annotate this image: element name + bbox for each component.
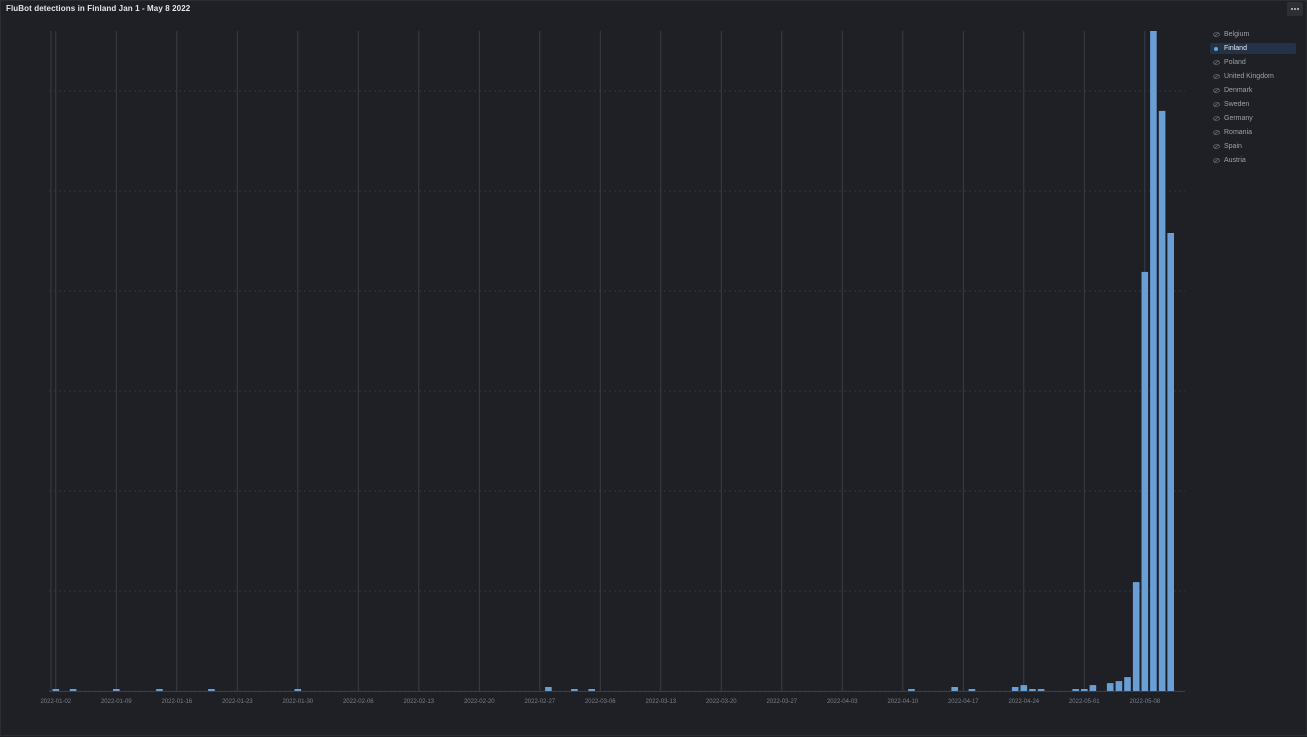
x-tick-label: 2022-02-13 [403, 699, 434, 705]
bar[interactable] [1141, 271, 1149, 691]
bar-chart: 2022-01-02 2022-01-09 2022-01-16 2022-01-23… [40, 31, 1185, 705]
legend-item-label: Denmark [1224, 87, 1253, 94]
bar[interactable] [294, 689, 302, 691]
x-tick-label: 2022-04-17 [948, 699, 979, 705]
bar[interactable] [1106, 683, 1114, 691]
eye-slash-icon [1213, 130, 1220, 135]
bar[interactable] [208, 689, 215, 691]
bar[interactable] [52, 689, 60, 691]
bar[interactable] [1167, 233, 1174, 691]
bar[interactable] [951, 687, 958, 691]
bar[interactable] [1020, 685, 1028, 691]
chart-panel: 2022-01-02 2022-01-09 2022-01-16 2022-01-23… [0, 0, 1307, 736]
legend-item-label: Poland [1224, 59, 1246, 66]
bar[interactable] [908, 689, 915, 691]
bar[interactable] [113, 689, 120, 691]
x-tick-label: 2022-05-01 [1069, 699, 1100, 705]
bar[interactable] [1072, 689, 1079, 691]
x-tick-label: 2022-04-24 [1008, 699, 1039, 705]
x-tick-label: 2022-02-27 [524, 699, 555, 705]
bars-finland [52, 31, 1174, 691]
legend-item-belgium[interactable]: Belgium [1210, 29, 1296, 40]
legend-item-poland[interactable]: Poland [1210, 57, 1296, 68]
eye-slash-icon [1213, 74, 1220, 79]
vertical-grid [50, 31, 1146, 691]
legend-item-label: Germany [1224, 115, 1253, 122]
x-tick-labels: 2022-01-02 2022-01-09 2022-01-16 2022-01-23… [40, 699, 1160, 705]
legend-item-finland[interactable]: Finland [1210, 43, 1296, 54]
eye-slash-icon [1213, 102, 1220, 107]
bar[interactable] [1089, 685, 1097, 691]
x-tick-label: 2022-04-10 [887, 699, 918, 705]
eye-slash-icon [1213, 116, 1220, 121]
x-tick-label: 2022-01-02 [40, 699, 71, 705]
bar[interactable] [1115, 681, 1123, 691]
legend-item-label: Spain [1224, 143, 1242, 150]
x-tick-label: 2022-01-23 [222, 699, 253, 705]
eye-slash-icon [1213, 144, 1220, 149]
legend-item-sweden[interactable]: Sweden [1210, 99, 1296, 110]
bar[interactable] [545, 687, 552, 691]
ellipsis-icon-dot [1294, 8, 1296, 10]
legend-item-label: Belgium [1224, 31, 1250, 38]
bar[interactable] [1132, 582, 1140, 691]
eye-slash-icon [1213, 32, 1220, 37]
legend-item-romania[interactable]: Romania [1210, 127, 1296, 138]
bar[interactable] [968, 689, 976, 691]
bar[interactable] [1124, 677, 1131, 691]
horizontal-grid [49, 90, 1185, 692]
legend-item-label: Romania [1224, 129, 1253, 136]
x-tick-label: 2022-01-09 [101, 699, 132, 705]
x-tick-label: 2022-02-06 [343, 699, 374, 705]
legend-item-label: Sweden [1224, 101, 1250, 108]
bar[interactable] [1150, 31, 1157, 691]
bar[interactable] [1081, 689, 1088, 691]
bar[interactable] [588, 689, 595, 691]
x-tick-label: 2022-04-03 [827, 699, 858, 705]
panel-title: FluBot detections in Finland Jan 1 - May… [6, 4, 191, 13]
bar[interactable] [69, 689, 77, 691]
legend-item-label: United Kingdom [1224, 73, 1274, 80]
legend-item-spain[interactable]: Spain [1210, 141, 1296, 152]
ellipsis-icon-dot [1297, 8, 1299, 10]
x-tick-label: 2022-03-13 [645, 699, 676, 705]
legend-item-austria[interactable]: Austria [1210, 155, 1296, 166]
eye-slash-icon [1213, 60, 1220, 65]
eye-slash-icon [1213, 88, 1220, 93]
x-tick-label: 2022-01-30 [282, 699, 313, 705]
legend-item-denmark[interactable]: Denmark [1210, 85, 1296, 96]
bar[interactable] [1158, 110, 1166, 691]
bar[interactable] [156, 689, 163, 691]
bar[interactable] [1011, 687, 1019, 691]
x-tick-label: 2022-03-06 [585, 699, 616, 705]
eye-slash-icon [1213, 158, 1220, 163]
legend-item-united-kingdom[interactable]: United Kingdom [1210, 71, 1296, 82]
bar[interactable] [1029, 689, 1036, 691]
legend-item-germany[interactable]: Germany [1210, 113, 1296, 124]
x-tick-label: 2022-01-16 [161, 699, 192, 705]
x-tick-label: 2022-05-08 [1129, 699, 1160, 705]
series-dot-icon [1214, 46, 1218, 51]
x-tick-label: 2022-03-20 [706, 699, 737, 705]
bar[interactable] [1037, 689, 1045, 691]
ellipsis-icon [1291, 8, 1293, 10]
x-tick-label: 2022-02-20 [464, 699, 495, 705]
bar[interactable] [571, 689, 578, 691]
x-tick-label: 2022-03-27 [766, 699, 797, 705]
legend: Belgium Finland Poland United Kingdom Denmar… [1210, 29, 1296, 169]
panel-menu-button[interactable] [1287, 2, 1303, 16]
legend-item-label: Finland [1224, 45, 1247, 52]
legend-item-label: Austria [1224, 157, 1246, 164]
